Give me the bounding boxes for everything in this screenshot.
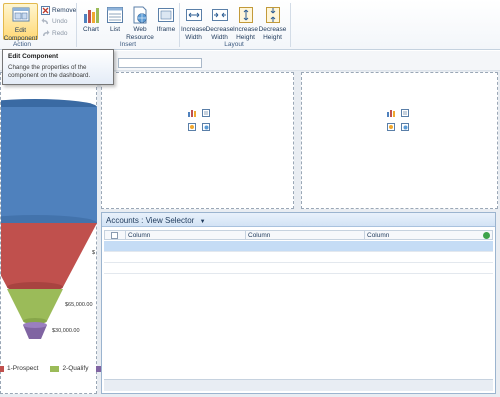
chevron-down-icon[interactable]: ▼ — [200, 219, 206, 225]
list-label: List — [109, 26, 121, 33]
table-row[interactable] — [104, 263, 493, 274]
redo-label: Redo — [52, 29, 68, 37]
view-selector-label: Accounts : View Selector — [106, 216, 195, 225]
remove-label: Remove — [52, 6, 77, 14]
funnel-chart — [1, 99, 97, 339]
component-placeholder-icons — [188, 109, 212, 133]
redo-icon — [41, 29, 50, 38]
undo-label: Undo — [52, 17, 68, 25]
increase-height-label-1: Increase — [233, 26, 258, 33]
iframe-button[interactable]: Iframe — [155, 6, 177, 34]
edit-component-label-1: Edit — [14, 27, 27, 34]
decrease-height-label-2: Height — [263, 33, 282, 41]
web-resource-label-1: Web — [133, 26, 147, 33]
funnel-segment-top — [1, 107, 97, 223]
column-divider — [125, 231, 126, 240]
increase-width-button[interactable]: Increase Width — [181, 6, 206, 41]
funnel-value-label: $30,000.00 — [52, 328, 80, 334]
list-icon[interactable] — [202, 109, 210, 117]
chart-icon[interactable] — [188, 109, 196, 117]
action-group-label: Action — [12, 41, 32, 48]
grid-header: Column Column Column — [104, 230, 493, 240]
column-header[interactable]: Column — [128, 232, 150, 239]
grid-footer — [104, 379, 493, 391]
undo-icon — [41, 17, 50, 26]
legend-swatch-prospect — [0, 365, 4, 372]
table-row[interactable] — [104, 252, 493, 263]
undo-button[interactable]: Undo — [41, 16, 68, 26]
insert-group-label: Insert — [119, 41, 137, 48]
layout-group-label: Layout — [224, 41, 244, 48]
redo-button[interactable]: Redo — [41, 28, 68, 38]
decrease-width-icon — [211, 6, 229, 24]
increase-height-label-2: Height — [236, 33, 255, 41]
edit-component-icon — [12, 7, 30, 25]
funnel-segment-qualify — [7, 289, 63, 321]
decrease-width-label-2: Width — [211, 33, 228, 41]
empty-component-panel[interactable] — [301, 72, 498, 209]
iframe-icon — [157, 6, 175, 24]
edit-component-button[interactable]: Edit Component — [3, 3, 38, 42]
remove-button[interactable]: Remove — [41, 5, 76, 15]
remove-icon — [41, 5, 50, 15]
chart-icon — [82, 6, 100, 24]
web-resource-label-2: Resource — [126, 33, 154, 41]
web-resource-icon — [131, 6, 149, 24]
accounts-list-panel[interactable]: Accounts : View Selector ▼ Column Column… — [101, 212, 496, 394]
web-resource-button[interactable]: Web Resource — [126, 6, 154, 41]
funnel-value-label: $65,000.00 — [65, 302, 93, 308]
tooltip-body: Change the properties of the component o… — [8, 64, 91, 79]
list-button[interactable]: List — [105, 6, 125, 34]
increase-width-label-1: Increase — [181, 26, 206, 33]
iframe-label: Iframe — [156, 26, 176, 33]
iframe-icon[interactable] — [202, 123, 210, 131]
edit-component-tooltip: Edit Component Change the properties of … — [2, 49, 114, 85]
column-divider — [245, 231, 246, 240]
chart-icon[interactable] — [387, 109, 395, 117]
legend-swatch-qualify — [50, 365, 60, 372]
funnel-chart-panel[interactable]: $ $65,000.00 $30,000.00 — [0, 72, 97, 394]
ribbon-separator — [179, 3, 180, 47]
web-resource-icon[interactable] — [188, 123, 196, 131]
funnel-value-label: $ — [92, 250, 96, 256]
chart-label: Chart — [83, 26, 99, 33]
iframe-icon[interactable] — [401, 123, 409, 131]
tooltip-title: Edit Component — [8, 53, 59, 60]
increase-width-icon — [185, 6, 203, 24]
chart-button[interactable]: Chart — [81, 6, 101, 34]
list-icon[interactable] — [401, 109, 409, 117]
decrease-height-label-1: Decrease — [258, 26, 287, 33]
empty-component-panel[interactable] — [101, 72, 294, 209]
view-selector[interactable]: Accounts : View Selector ▼ — [102, 213, 495, 227]
ribbon-separator — [290, 3, 291, 47]
component-placeholder-icons — [387, 109, 411, 133]
ribbon-separator — [76, 3, 77, 47]
legend-label-qualify: 2-Qualify — [62, 365, 89, 372]
select-all-checkbox[interactable] — [111, 231, 118, 239]
increase-width-label-2: Width — [185, 33, 202, 41]
table-row[interactable] — [104, 241, 493, 252]
funnel-segment-prospect — [1, 223, 97, 287]
legend-label-prospect: 1-Prospect — [7, 365, 39, 372]
decrease-height-button[interactable]: Decrease Height — [259, 6, 286, 41]
decrease-width-button[interactable]: Decrease Width — [205, 6, 234, 41]
decrease-height-icon — [264, 6, 282, 24]
refresh-icon[interactable] — [483, 232, 490, 239]
dashboard-name-input[interactable] — [118, 58, 202, 68]
list-icon — [106, 6, 124, 24]
ribbon: Edit Component Remove Undo Redo Action C… — [0, 0, 500, 50]
funnel-legend: 1-Prospect 2-Qualify — [0, 365, 105, 372]
increase-height-icon — [237, 6, 255, 24]
decrease-width-label-1: Decrease — [205, 26, 234, 33]
column-divider — [364, 231, 365, 240]
web-resource-icon[interactable] — [387, 123, 395, 131]
column-header[interactable]: Column — [248, 232, 270, 239]
increase-height-button[interactable]: Increase Height — [233, 6, 258, 41]
column-header[interactable]: Column — [367, 232, 389, 239]
